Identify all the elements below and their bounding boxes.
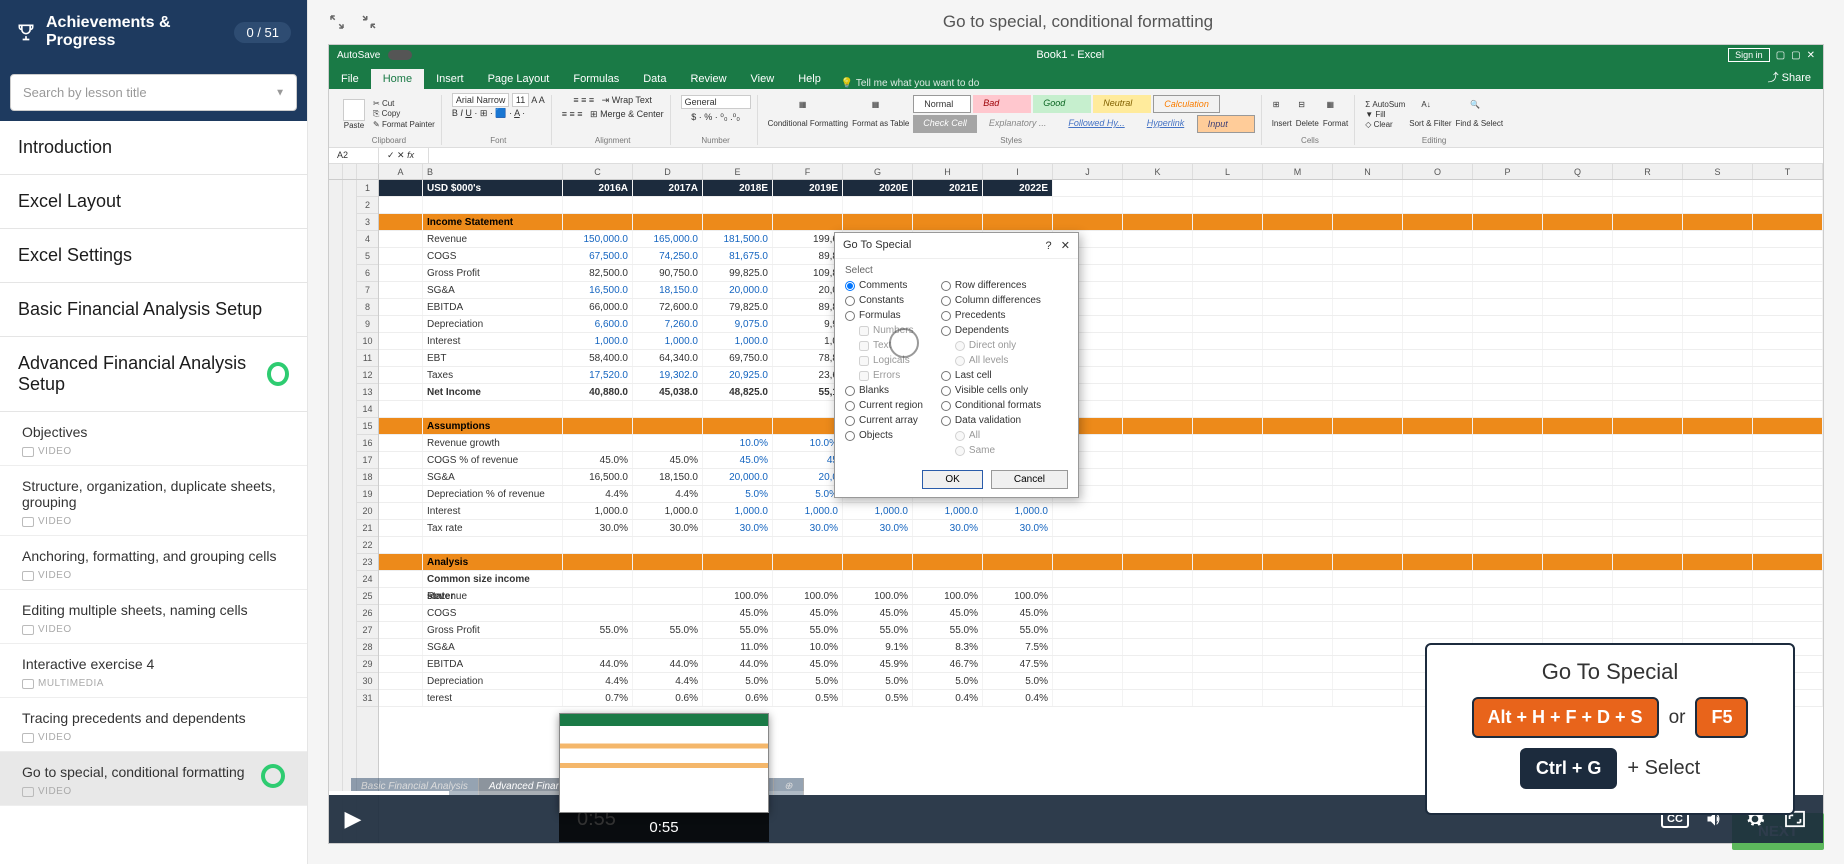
goto-special-dialog: Go To Special? ✕ Select Comments Constan… [834,232,1079,498]
excel-ribbon-tabs: File Home Insert Page Layout Formulas Da… [329,65,1823,89]
lesson-exercise-4[interactable]: Interactive exercise 4 MULTIMEDIA [0,644,307,698]
lesson-structure[interactable]: Structure, organization, duplicate sheet… [0,466,307,536]
progress-circle-icon [261,764,285,788]
lesson-list: Introduction Excel Layout Excel Settings… [0,121,307,864]
video-player[interactable]: AutoSave Book1 - Excel Sign in▢▢✕ File H… [328,44,1824,844]
excel-ribbon: Paste ✂ Cut ⎘ Copy ✎ Format Painter Clip… [329,89,1823,148]
expand-icon[interactable] [328,13,346,31]
chevron-down-icon[interactable]: ▼ [275,87,285,98]
section-basic-setup[interactable]: Basic Financial Analysis Setup [0,283,307,337]
page-title: Go to special, conditional formatting [392,12,1764,32]
seek-thumbnail: 0:55 [559,713,769,843]
collapse-icon[interactable] [360,13,378,31]
play-button[interactable]: ▶ [329,806,377,832]
main-content: Go to special, conditional formatting Au… [308,0,1844,864]
sidebar: Achievements & Progress 0 / 51 Search by… [0,0,308,864]
search-bar: Search by lesson title ▼ [0,64,307,121]
video-icon [22,733,34,743]
lesson-anchoring[interactable]: Anchoring, formatting, and grouping cell… [0,536,307,590]
multimedia-icon [22,679,34,689]
section-excel-layout[interactable]: Excel Layout [0,175,307,229]
section-advanced-setup[interactable]: Advanced Financial Analysis Setup [0,337,307,412]
progress-count: 0 / 51 [234,22,291,43]
section-introduction[interactable]: Introduction [0,121,307,175]
video-icon [22,571,34,581]
search-input[interactable]: Search by lesson title [10,74,297,111]
sidebar-title: Achievements & Progress [46,14,224,50]
video-icon [22,625,34,635]
lesson-objectives[interactable]: Objectives VIDEO [0,412,307,466]
lesson-goto-special[interactable]: Go to special, conditional formatting VI… [0,752,307,806]
shortcut-card: Go To Special Alt + H + F + D + S or F5 … [1425,643,1795,815]
video-icon [22,447,34,457]
excel-titlebar: AutoSave Book1 - Excel Sign in▢▢✕ [329,45,1823,65]
section-excel-settings[interactable]: Excel Settings [0,229,307,283]
ok-button: OK [922,470,982,489]
lesson-editing-sheets[interactable]: Editing multiple sheets, naming cells VI… [0,590,307,644]
section-label: Advanced Financial Analysis Setup [18,353,267,395]
video-area: AutoSave Book1 - Excel Sign in▢▢✕ File H… [308,44,1844,864]
cancel-button: Cancel [991,470,1068,489]
trophy-icon [16,22,36,42]
name-box-row: A2 ✓ ✕ fx [329,148,1823,164]
lesson-tracing[interactable]: Tracing precedents and dependents VIDEO [0,698,307,752]
sidebar-header: Achievements & Progress 0 / 51 [0,0,307,64]
highlight-circle-icon [889,328,919,358]
signin-button: Sign in [1728,48,1770,62]
video-icon [22,517,34,527]
main-header: Go to special, conditional formatting [308,0,1844,44]
video-icon [22,787,34,797]
progress-circle-icon [267,362,289,386]
